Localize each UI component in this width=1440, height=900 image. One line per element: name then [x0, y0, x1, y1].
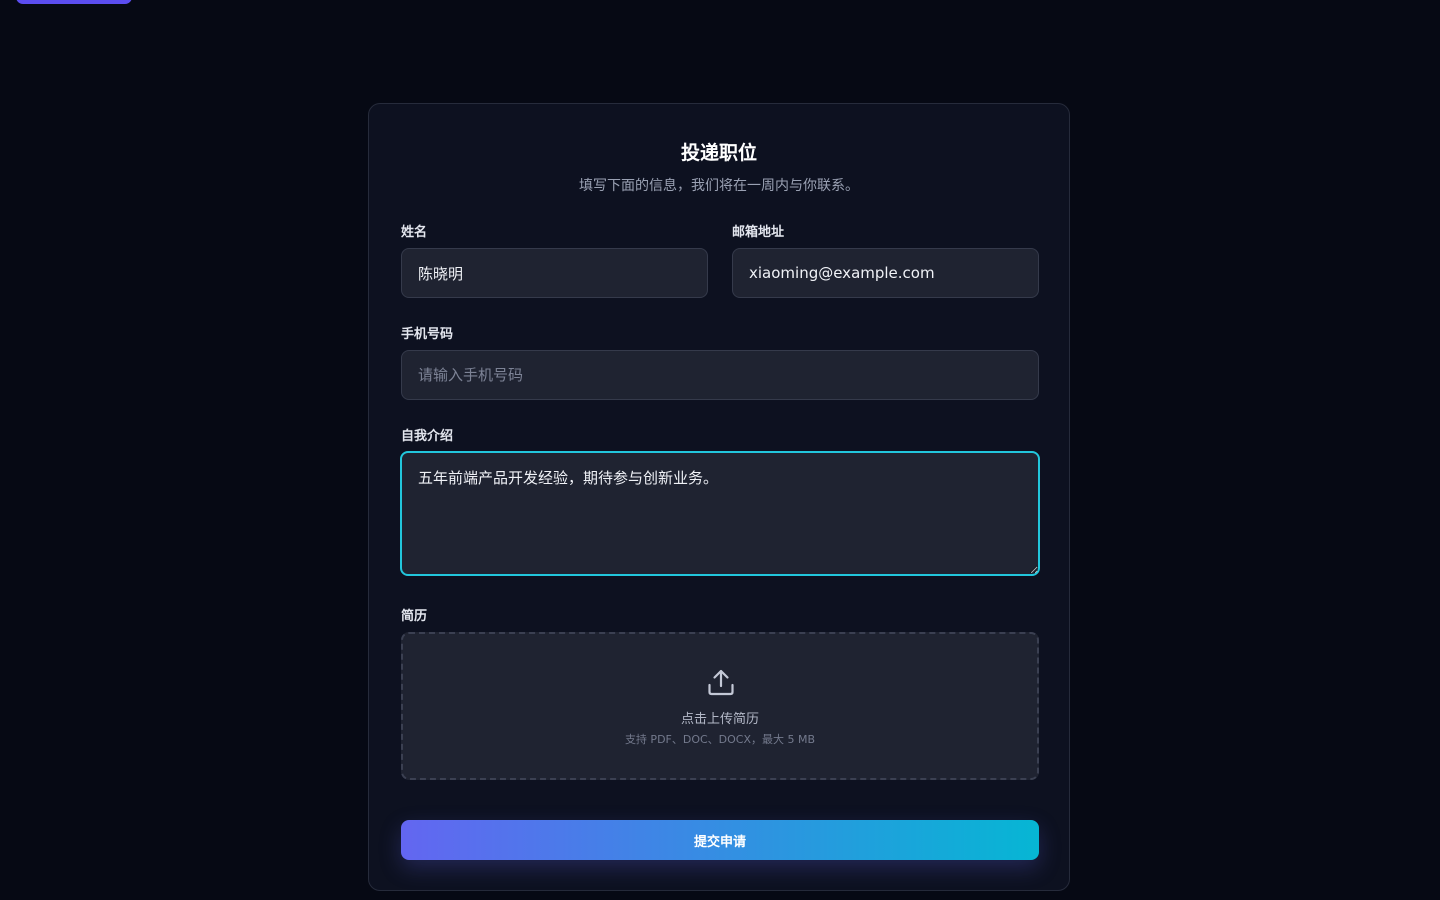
application-form-card: 投递职位 填写下面的信息，我们将在一周内与你联系。 姓名 邮箱地址 手机号码 自… — [368, 103, 1070, 891]
name-label: 姓名 — [401, 225, 428, 240]
submit-button[interactable]: 提交申请 — [401, 820, 1039, 860]
form-subtitle: 填写下面的信息，我们将在一周内与你联系。 — [579, 178, 859, 194]
phone-input[interactable] — [401, 350, 1039, 400]
upload-icon — [708, 669, 734, 696]
resume-label: 简历 — [401, 609, 428, 624]
resume-upload-dropzone[interactable]: 点击上传简历 支持 PDF、DOC、DOCX，最大 5 MB — [401, 632, 1039, 780]
top-nav-button[interactable] — [16, 0, 132, 4]
phone-label: 手机号码 — [401, 327, 454, 342]
intro-label: 自我介绍 — [401, 429, 454, 444]
email-input[interactable] — [732, 248, 1039, 298]
upload-title: 点击上传简历 — [680, 712, 759, 727]
upload-hint: 支持 PDF、DOC、DOCX，最大 5 MB — [624, 733, 816, 746]
name-input[interactable] — [401, 248, 708, 298]
email-label: 邮箱地址 — [732, 225, 785, 240]
form-title: 投递职位 — [680, 142, 757, 164]
intro-textarea[interactable]: 五年前端产品开发经验，期待参与创新业务。 — [400, 451, 1040, 576]
